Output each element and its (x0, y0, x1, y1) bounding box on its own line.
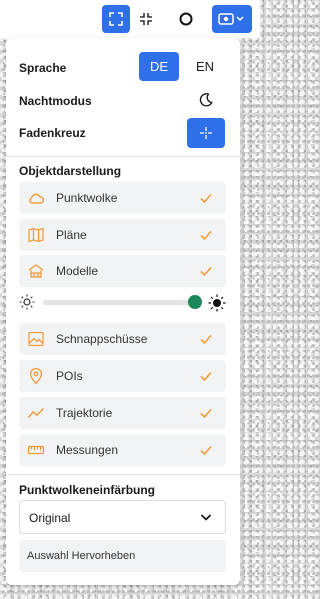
item-label: Messungen (56, 443, 119, 457)
item-label: Punktwolke (56, 191, 118, 205)
language-label: Sprache (19, 61, 67, 75)
cloud-icon (29, 193, 44, 204)
brightness-slider-track[interactable] (43, 300, 195, 305)
coloring-select[interactable]: Original (19, 500, 226, 534)
item-label: Schnappschüsse (56, 332, 148, 346)
object-display-heading: Objektdarstellung (19, 164, 122, 178)
toggle-plaene[interactable]: Pläne (19, 219, 226, 251)
moon-icon[interactable] (198, 92, 214, 108)
shrink-icon (140, 13, 152, 25)
check-icon (200, 445, 212, 456)
item-label: Trajektorie (56, 406, 113, 420)
building-icon (28, 264, 44, 278)
image-icon (28, 331, 44, 347)
circle-icon (179, 12, 193, 26)
shrink-button[interactable] (132, 5, 160, 33)
crosshair-label: Fadenkreuz (19, 126, 86, 140)
eye-icon (218, 13, 244, 25)
sun-filled-icon (208, 294, 226, 312)
check-icon (200, 193, 212, 204)
sun-outline-icon (19, 294, 35, 310)
coloring-select-value: Original (29, 511, 71, 525)
pin-icon (29, 367, 43, 385)
toggle-punktwolke[interactable]: Punktwolke (19, 182, 226, 214)
map-icon (28, 227, 44, 243)
crosshair-icon (200, 127, 212, 139)
expand-icon (109, 12, 123, 26)
divider (6, 156, 240, 157)
toggle-pois[interactable]: POIs (19, 360, 226, 392)
chevron-down-icon (200, 514, 212, 521)
divider (6, 474, 240, 475)
highlight-selection-button[interactable]: Auswahl Hervorheben (19, 540, 226, 572)
trajectory-icon (27, 407, 45, 418)
item-label: Pläne (56, 228, 87, 242)
toggle-messungen[interactable]: Messungen (19, 434, 226, 466)
check-icon (200, 371, 212, 382)
check-icon (200, 266, 212, 277)
brightness-slider-thumb[interactable] (188, 295, 202, 309)
toggle-schnappschuesse[interactable]: Schnappschüsse (19, 323, 226, 355)
check-icon (200, 408, 212, 419)
brightness-slider-row (19, 293, 226, 312)
view-menu-button[interactable] (212, 5, 252, 33)
ruler-icon (27, 445, 45, 455)
expand-button[interactable] (102, 5, 130, 33)
language-de-button[interactable]: DE (139, 52, 179, 81)
top-toolbar (0, 0, 260, 38)
night-mode-label: Nachtmodus (19, 94, 92, 108)
highlight-selection-label: Auswahl Hervorheben (27, 550, 136, 562)
toggle-modelle[interactable]: Modelle (19, 255, 226, 287)
check-icon (200, 230, 212, 241)
crosshair-toggle[interactable] (187, 118, 225, 148)
coloring-heading: Punktwolkeneinfärbung (19, 483, 156, 497)
toggle-trajektorie[interactable]: Trajektorie (19, 397, 226, 429)
item-label: Modelle (56, 264, 99, 278)
circle-button[interactable] (172, 5, 200, 33)
item-label: POIs (56, 369, 83, 383)
check-icon (200, 334, 212, 345)
settings-panel: Sprache DE EN Nachtmodus Fadenkreuz Obje… (6, 38, 240, 585)
language-en-button[interactable]: EN (185, 52, 225, 81)
